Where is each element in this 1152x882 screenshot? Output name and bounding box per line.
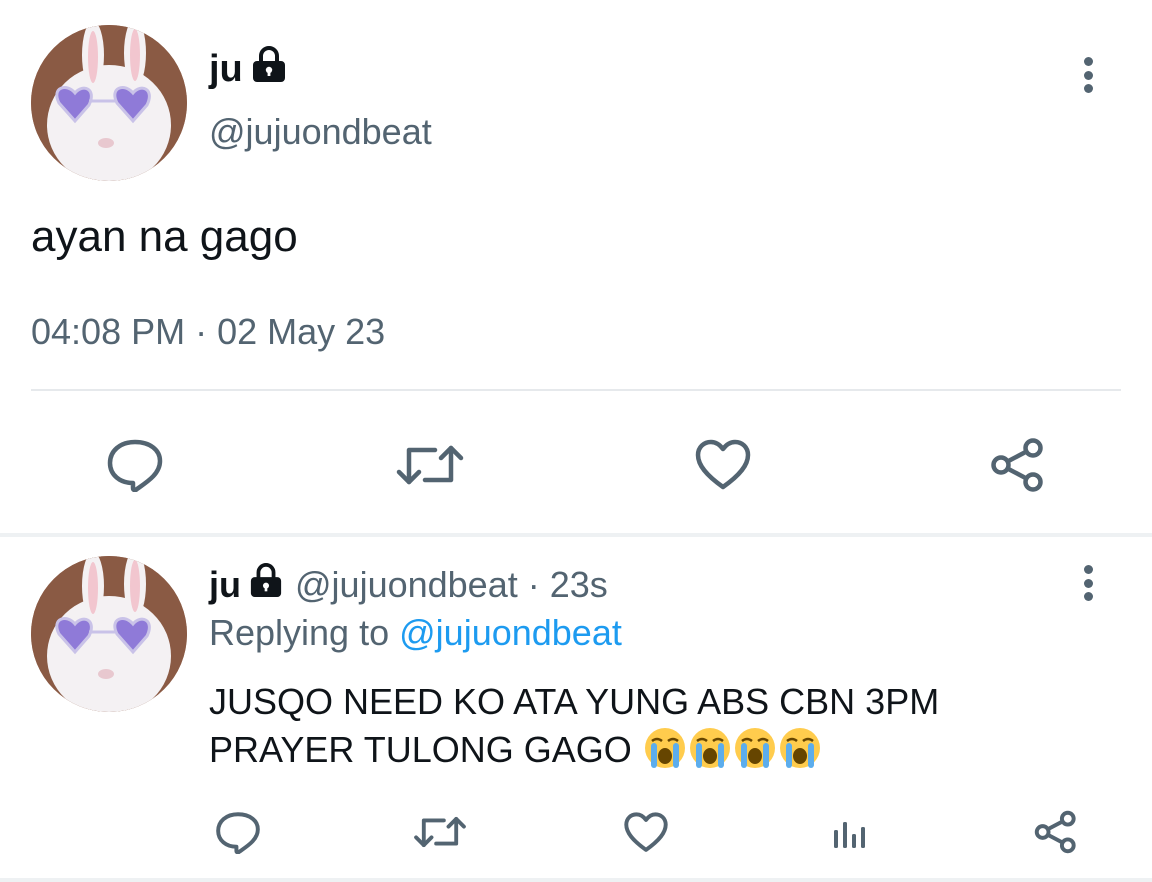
reply-text-line-1: JUSQO NEED KO ATA YUNG ABS CBN 3PM — [209, 681, 940, 722]
reply-display-name[interactable]: ju — [209, 563, 285, 606]
retweet-icon — [396, 445, 463, 485]
reply-handle[interactable]: @jujuondbeat — [295, 564, 518, 606]
share-icon — [991, 438, 1043, 492]
tweet-text: ayan na gago — [31, 212, 298, 261]
reply-icon — [107, 439, 163, 492]
reply-header: ju @jujuondbeat · 23s — [209, 563, 608, 606]
reply-age: · 23s — [527, 563, 608, 605]
loudly-crying-face-emoji — [732, 728, 777, 770]
reply-share-button[interactable] — [1028, 806, 1084, 858]
lock-icon — [249, 46, 289, 92]
loudly-crying-face-emoji — [642, 728, 687, 770]
reply-button[interactable] — [100, 430, 170, 500]
replying-to-mention[interactable]: @jujuondbeat — [399, 612, 622, 653]
reply-more-vertical-icon[interactable] — [1083, 565, 1093, 601]
handle[interactable]: @jujuondbeat — [209, 111, 432, 153]
retweet-button[interactable] — [392, 430, 467, 500]
loudly-crying-face-emoji — [777, 728, 822, 770]
like-icon — [695, 439, 751, 490]
reply-text-line-2-text: PRAYER TULONG GAGO — [209, 729, 632, 770]
like-button[interactable] — [688, 430, 758, 500]
retweet-icon — [414, 816, 466, 848]
reply-reply-button[interactable] — [210, 806, 266, 858]
analytics-icon — [834, 822, 865, 848]
bottom-separator — [0, 878, 1152, 882]
share-icon — [1034, 810, 1076, 854]
loudly-crying-face-emoji — [687, 728, 732, 770]
divider — [31, 389, 1121, 391]
reply-display-name-text[interactable]: ju — [209, 564, 241, 606]
like-icon — [624, 811, 668, 852]
replying-to: Replying to @jujuondbeat — [209, 612, 622, 654]
reply-avatar[interactable] — [31, 556, 187, 712]
reply-icon — [216, 811, 260, 854]
reply-analytics-button[interactable] — [824, 806, 874, 858]
share-button[interactable] — [983, 430, 1053, 500]
display-name-text[interactable]: ju — [209, 48, 243, 91]
avatar[interactable] — [31, 25, 187, 181]
lock-icon — [247, 563, 285, 606]
reply-text-line-2: PRAYER TULONG GAGO — [209, 726, 1109, 774]
reply-tweet-text: JUSQO NEED KO ATA YUNG ABS CBN 3PM PRAYE… — [209, 678, 1109, 774]
section-separator — [0, 533, 1152, 537]
more-vertical-icon[interactable] — [1083, 57, 1093, 93]
display-name[interactable]: ju — [209, 46, 289, 92]
reply-like-button[interactable] — [618, 806, 674, 858]
tweet-timestamp[interactable]: 04:08 PM · 02 May 23 — [31, 311, 385, 353]
reply-retweet-button[interactable] — [410, 806, 470, 858]
replying-prefix: Replying to — [209, 612, 390, 653]
